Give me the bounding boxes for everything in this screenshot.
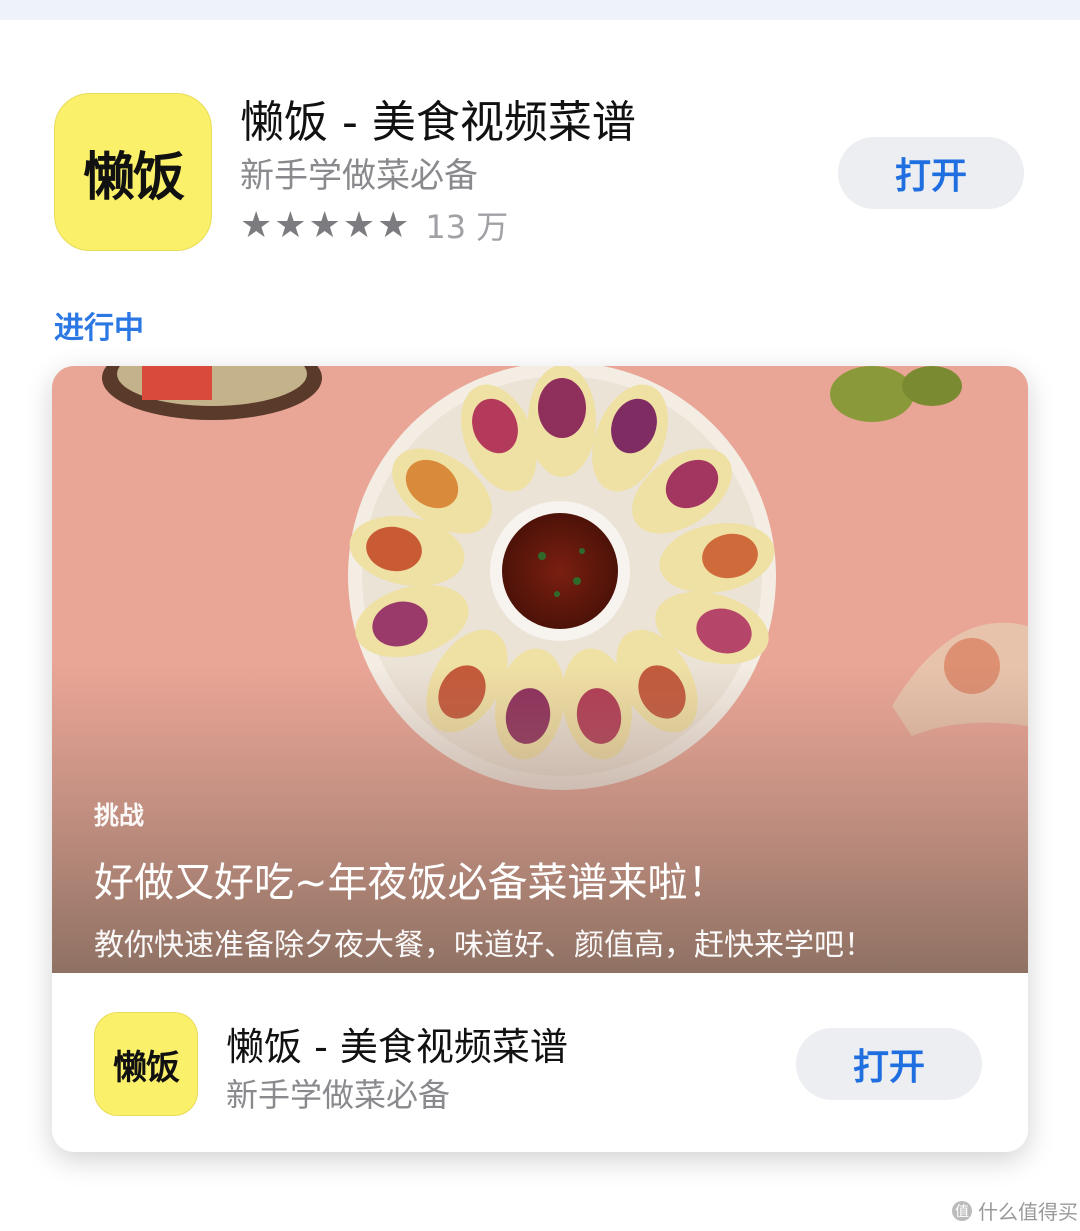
event-app-title[interactable]: 懒饭 - 美食视频菜谱	[226, 1016, 568, 1071]
event-title: 好做又好吃~年夜饭必备菜谱来啦！	[94, 860, 728, 906]
rating-stars-icon: ★★★★★	[240, 204, 412, 246]
app-subtitle: 新手学做菜必备	[240, 156, 478, 196]
open-button[interactable]: 打开	[838, 137, 1024, 209]
top-band	[0, 0, 1080, 20]
watermark-logo-icon: 值	[952, 1200, 972, 1221]
event-app-icon-text: 懒饭	[113, 1047, 180, 1088]
watermark: 值 什么值得买	[952, 1196, 1078, 1225]
app-icon[interactable]: 懒饭	[54, 93, 212, 251]
event-card[interactable]: 挑战 好做又好吃~年夜饭必备菜谱来啦！ 教你快速准备除夕夜大餐，味道好、颜值高，…	[52, 366, 1028, 1152]
section-label-in-progress: 进行中	[54, 311, 144, 346]
event-open-button[interactable]: 打开	[796, 1028, 982, 1100]
event-hero-image: 挑战 好做又好吃~年夜饭必备菜谱来啦！ 教你快速准备除夕夜大餐，味道好、颜值高，…	[52, 366, 1028, 973]
event-app-icon[interactable]: 懒饭	[94, 1012, 198, 1116]
app-icon-text: 懒饭	[82, 147, 185, 208]
event-hero-text: 挑战 好做又好吃~年夜饭必备菜谱来啦！ 教你快速准备除夕夜大餐，味道好、颜值高，…	[94, 796, 998, 964]
watermark-text: 什么值得买	[978, 1200, 1078, 1224]
app-title[interactable]: 懒饭 - 美食视频菜谱	[240, 86, 636, 150]
event-tag: 挑战	[94, 801, 145, 830]
rating-count: 13 万	[425, 208, 509, 246]
event-app-subtitle: 新手学做菜必备	[226, 1076, 451, 1114]
rating-row: ★★★★★ 13 万	[240, 202, 508, 248]
event-description: 教你快速准备除夕夜大餐，味道好、颜值高，赶快来学吧！	[94, 928, 874, 963]
